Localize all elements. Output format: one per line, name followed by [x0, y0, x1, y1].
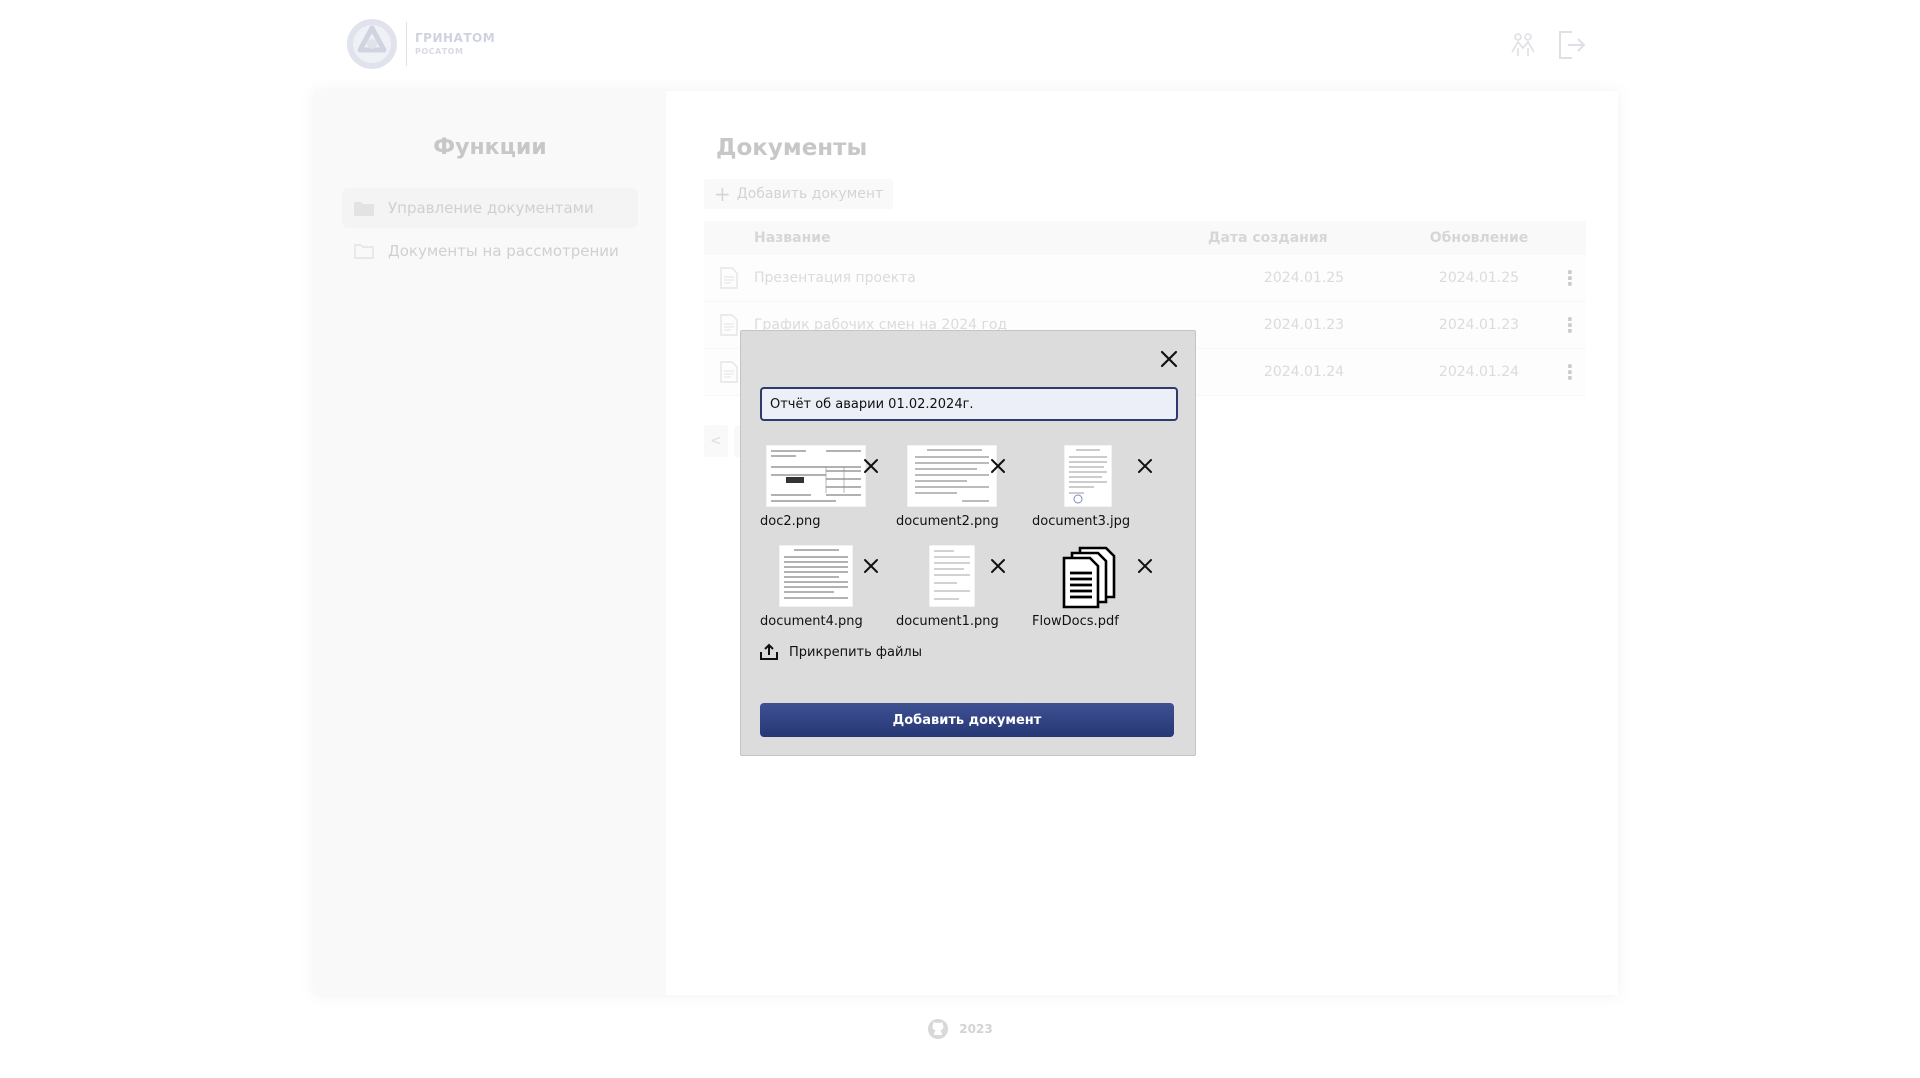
- remove-file-icon[interactable]: [860, 555, 882, 577]
- document-preview-icon: [929, 545, 975, 607]
- close-icon[interactable]: [1157, 347, 1181, 371]
- document-title-input[interactable]: [760, 387, 1178, 421]
- remove-file-icon[interactable]: [987, 455, 1009, 477]
- file-thumbnail: [1032, 445, 1144, 509]
- attached-file: doc2.png: [760, 445, 878, 535]
- document-preview-icon: [907, 445, 997, 507]
- remove-file-icon[interactable]: [1134, 455, 1156, 477]
- file-name: document1.png: [896, 614, 999, 629]
- file-name: document4.png: [760, 614, 863, 629]
- document-preview-icon: [779, 545, 853, 607]
- attached-file: document2.png: [896, 445, 1008, 535]
- pdf-stack-icon: [1062, 546, 1116, 609]
- file-name: document2.png: [896, 514, 999, 529]
- attached-file: document4.png: [760, 545, 878, 635]
- file-name: document3.jpg: [1032, 514, 1131, 529]
- attach-files-button[interactable]: Прикрепить файлы: [759, 643, 922, 661]
- upload-icon: [760, 643, 778, 660]
- file-name: doc2.png: [760, 514, 821, 529]
- document-preview-icon: [766, 445, 866, 507]
- attached-file: document3.jpg: [1032, 445, 1152, 535]
- submit-document-button[interactable]: Добавить документ: [760, 703, 1174, 737]
- file-thumbnail: [1032, 545, 1144, 609]
- attached-file: document1.png: [896, 545, 1008, 635]
- attached-file: FlowDocs.pdf: [1032, 545, 1152, 635]
- file-thumbnail: [760, 545, 872, 609]
- file-thumbnail: [760, 445, 872, 509]
- attach-files-label: Прикрепить файлы: [789, 644, 922, 660]
- add-document-modal: doc2.png document2.png document3.jpg: [740, 330, 1196, 756]
- remove-file-icon[interactable]: [1134, 555, 1156, 577]
- file-name: FlowDocs.pdf: [1032, 614, 1119, 629]
- document-preview-icon: [1064, 445, 1112, 507]
- remove-file-icon[interactable]: [860, 455, 882, 477]
- remove-file-icon[interactable]: [987, 555, 1009, 577]
